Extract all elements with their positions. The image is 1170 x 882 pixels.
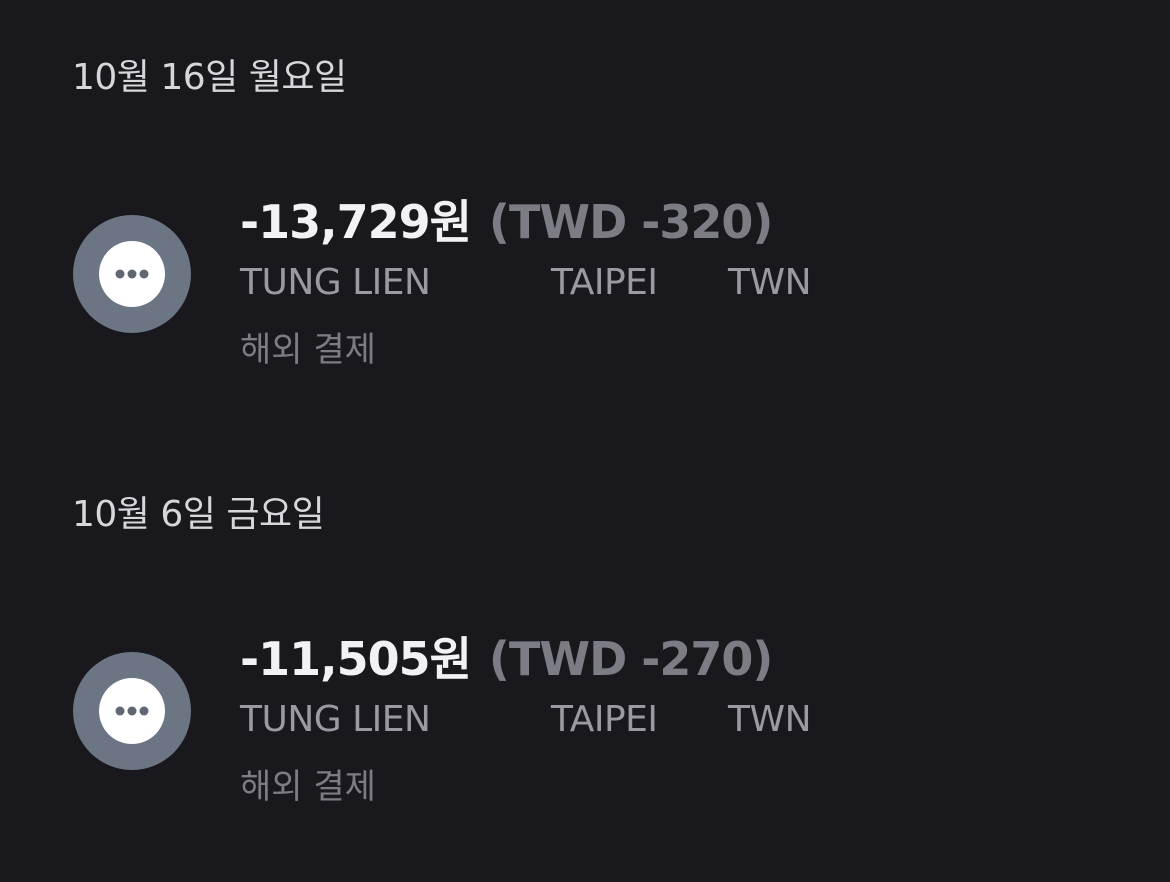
merchant-avatar	[73, 215, 191, 333]
more-dots-icon	[115, 269, 149, 279]
amount-foreign: (TWD -320)	[488, 195, 773, 249]
merchant-city: TAIPEI	[551, 262, 658, 303]
transaction-row[interactable]: -11,505원 (TWD -270) TUNG LIEN TAIPEI TWN …	[0, 617, 1170, 817]
avatar-inner-circle	[99, 678, 165, 744]
date-header: 10월 6일 금요일	[72, 494, 325, 535]
merchant-avatar	[73, 652, 191, 770]
amount-krw: -13,729원	[240, 195, 472, 249]
avatar-inner-circle	[99, 241, 165, 307]
merchant-name: TUNG LIEN	[240, 262, 431, 303]
amount-krw: -11,505원	[240, 632, 472, 686]
transaction-type: 해외 결제	[240, 767, 376, 807]
more-dots-icon	[115, 706, 149, 716]
transaction-row[interactable]: -13,729원 (TWD -320) TUNG LIEN TAIPEI TWN …	[0, 180, 1170, 380]
merchant-city: TAIPEI	[551, 699, 658, 740]
amount-foreign: (TWD -270)	[488, 632, 773, 686]
merchant-name: TUNG LIEN	[240, 699, 431, 740]
amount-line: -11,505원 (TWD -270)	[240, 623, 773, 689]
date-header: 10월 16일 월요일	[72, 57, 347, 98]
merchant-country: TWN	[728, 699, 812, 740]
transaction-type: 해외 결제	[240, 330, 376, 370]
merchant-country: TWN	[728, 262, 812, 303]
amount-line: -13,729원 (TWD -320)	[240, 186, 773, 252]
